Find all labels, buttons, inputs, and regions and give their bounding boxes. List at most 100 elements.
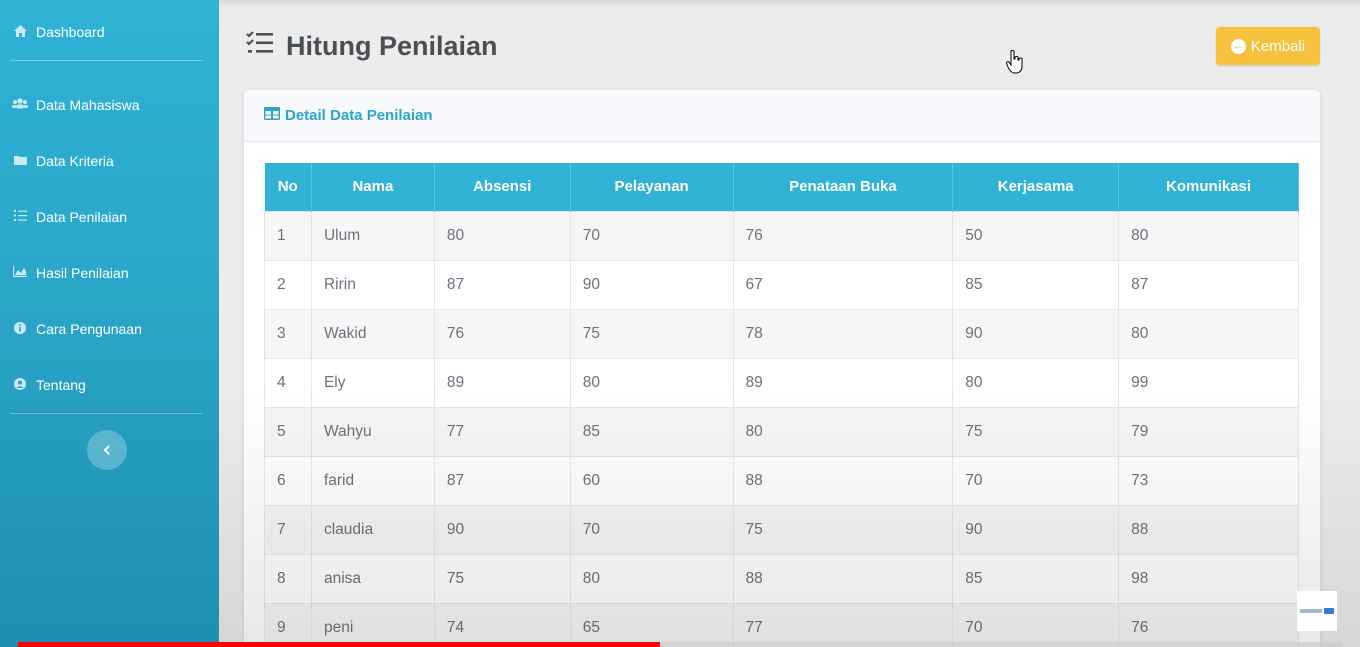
cell-nama: Wakid: [310, 308, 435, 359]
card-title: Detail Data Penilaian: [285, 107, 433, 124]
cell-pelayanan: 80: [569, 357, 734, 408]
cell-no: 8: [264, 553, 312, 604]
column-header-nama[interactable]: Nama: [311, 163, 435, 211]
cell-no: 6: [264, 455, 312, 506]
cell-absensi: 90: [433, 504, 571, 555]
cell-no: 7: [264, 504, 312, 555]
cell-absensi: 77: [433, 406, 571, 457]
user-circle-icon: [12, 377, 28, 393]
cell-kerjasama: 70: [952, 602, 1120, 647]
sidebar-item-label: Data Kriteria: [36, 153, 114, 169]
sidebar-item-label: Data Mahasiswa: [36, 97, 140, 113]
cell-absensi: 74: [433, 602, 571, 647]
back-button[interactable]: ← Kembali: [1216, 27, 1320, 65]
cell-komunikasi: 98: [1118, 553, 1299, 604]
cell-absensi: 87: [433, 455, 571, 506]
cell-penataan-buka: 78: [732, 308, 954, 359]
table-row: 1 Ulum 80 70 76 50 80: [264, 210, 1299, 261]
cell-komunikasi: 99: [1118, 357, 1299, 408]
page-title: Hitung Penilaian: [246, 28, 498, 64]
cell-nama: anisa: [310, 553, 435, 604]
users-icon: [12, 98, 28, 112]
cell-penataan-buka: 88: [732, 553, 954, 604]
cell-pelayanan: 65: [569, 602, 734, 647]
hand-cursor-icon: [1005, 50, 1024, 79]
cell-nama: Ulum: [310, 210, 435, 261]
cell-pelayanan: 70: [569, 210, 734, 261]
arrow-circle-left-icon: ←: [1230, 38, 1246, 54]
list-icon: [12, 210, 28, 224]
cell-nama: claudia: [310, 504, 435, 555]
sidebar-item-dashboard[interactable]: Dashboard: [12, 20, 209, 44]
table-row: 7 claudia 90 70 75 90 88: [264, 504, 1299, 555]
column-header-absensi[interactable]: Absensi: [434, 163, 571, 211]
column-header-kerjasama[interactable]: Kerjasama: [952, 163, 1120, 211]
column-header-no[interactable]: No: [264, 163, 312, 211]
column-header-pelayanan[interactable]: Pelayanan: [570, 163, 734, 211]
table-row: 3 Wakid 76 75 78 90 80: [264, 308, 1299, 359]
back-button-label: Kembali: [1250, 37, 1306, 55]
sidebar: Dashboard Data Mahasiswa Data Kriteria D…: [0, 0, 219, 647]
cell-komunikasi: 73: [1118, 455, 1299, 506]
page-title-text: Hitung Penilaian: [286, 30, 498, 61]
sidebar-item-tentang[interactable]: Tentang: [12, 373, 209, 397]
cell-pelayanan: 80: [569, 553, 734, 604]
sidebar-item-data-kriteria[interactable]: Data Kriteria: [12, 149, 209, 173]
cell-pelayanan: 75: [569, 308, 734, 359]
cell-penataan-buka: 88: [732, 455, 954, 506]
sidebar-item-label: Hasil Penilaian: [36, 265, 129, 281]
cell-kerjasama: 80: [952, 357, 1120, 408]
folder-icon: [12, 154, 28, 168]
sidebar-item-hasil-penilaian[interactable]: Hasil Penilaian: [12, 261, 209, 285]
cell-kerjasama: 75: [952, 406, 1120, 457]
cell-penataan-buka: 76: [732, 210, 954, 261]
cell-pelayanan: 90: [569, 259, 734, 310]
cell-kerjasama: 50: [952, 210, 1120, 261]
cell-komunikasi: 76: [1118, 602, 1299, 647]
cell-penataan-buka: 67: [732, 259, 954, 310]
table-body: 1 Ulum 80 70 76 50 80 2 Ririn 87 90 67 85 87 3 Wakid 76 7…: [264, 210, 1299, 647]
cell-komunikasi: 80: [1118, 308, 1299, 359]
cell-no: 1: [264, 210, 312, 261]
cell-no: 4: [264, 357, 312, 408]
sidebar-divider: [10, 60, 203, 61]
chevron-left-icon: [103, 442, 111, 458]
cell-nama: peni: [310, 602, 435, 647]
cell-absensi: 89: [433, 357, 571, 408]
detail-card: Detail Data Penilaian No Nama Absensi Pe…: [244, 90, 1320, 647]
cell-nama: Wahyu: [310, 406, 435, 457]
column-header-komunikasi[interactable]: Komunikasi: [1118, 163, 1299, 211]
topbar-shadow: [219, 0, 1360, 8]
cell-no: 5: [264, 406, 312, 457]
video-progress-fill[interactable]: [18, 642, 661, 647]
sidebar-item-label: Data Penilaian: [36, 209, 128, 225]
sidebar-item-cara-pengunaan[interactable]: Cara Pengunaan: [12, 317, 209, 341]
cell-pelayanan: 60: [569, 455, 734, 506]
cell-absensi: 87: [433, 259, 571, 310]
table-row: 6 farid 87 60 88 70 73: [264, 455, 1299, 506]
cell-kerjasama: 70: [952, 455, 1120, 506]
table-row: 5 Wahyu 77 85 80 75 79: [264, 406, 1299, 457]
cell-nama: Ely: [310, 357, 435, 408]
penilaian-table: No Nama Absensi Pelayanan Penataan Buka …: [264, 163, 1299, 647]
cell-kerjasama: 85: [952, 553, 1120, 604]
home-icon: [12, 24, 28, 40]
table-row: 4 Ely 89 80 89 80 99: [264, 357, 1299, 408]
cell-no: 3: [264, 308, 312, 359]
cell-komunikasi: 79: [1118, 406, 1299, 457]
column-header-penataan-buka[interactable]: Penataan Buka: [733, 163, 954, 211]
cell-komunikasi: 87: [1118, 259, 1299, 310]
cell-komunikasi: 88: [1118, 504, 1299, 555]
sidebar-item-label: Dashboard: [36, 24, 105, 40]
sidebar-toggle-button[interactable]: [87, 430, 127, 470]
sidebar-item-data-penilaian[interactable]: Data Penilaian: [12, 205, 209, 229]
info-circle-icon: [12, 321, 28, 337]
sidebar-divider: [10, 413, 203, 414]
cell-kerjasama: 85: [952, 259, 1120, 310]
sidebar-item-label: Tentang: [36, 377, 86, 393]
table-header-row: No Nama Absensi Pelayanan Penataan Buka …: [264, 163, 1299, 211]
sidebar-item-data-mahasiswa[interactable]: Data Mahasiswa: [12, 93, 209, 117]
cell-penataan-buka: 75: [732, 504, 954, 555]
cell-penataan-buka: 77: [732, 602, 954, 647]
cell-nama: Ririn: [310, 259, 435, 310]
